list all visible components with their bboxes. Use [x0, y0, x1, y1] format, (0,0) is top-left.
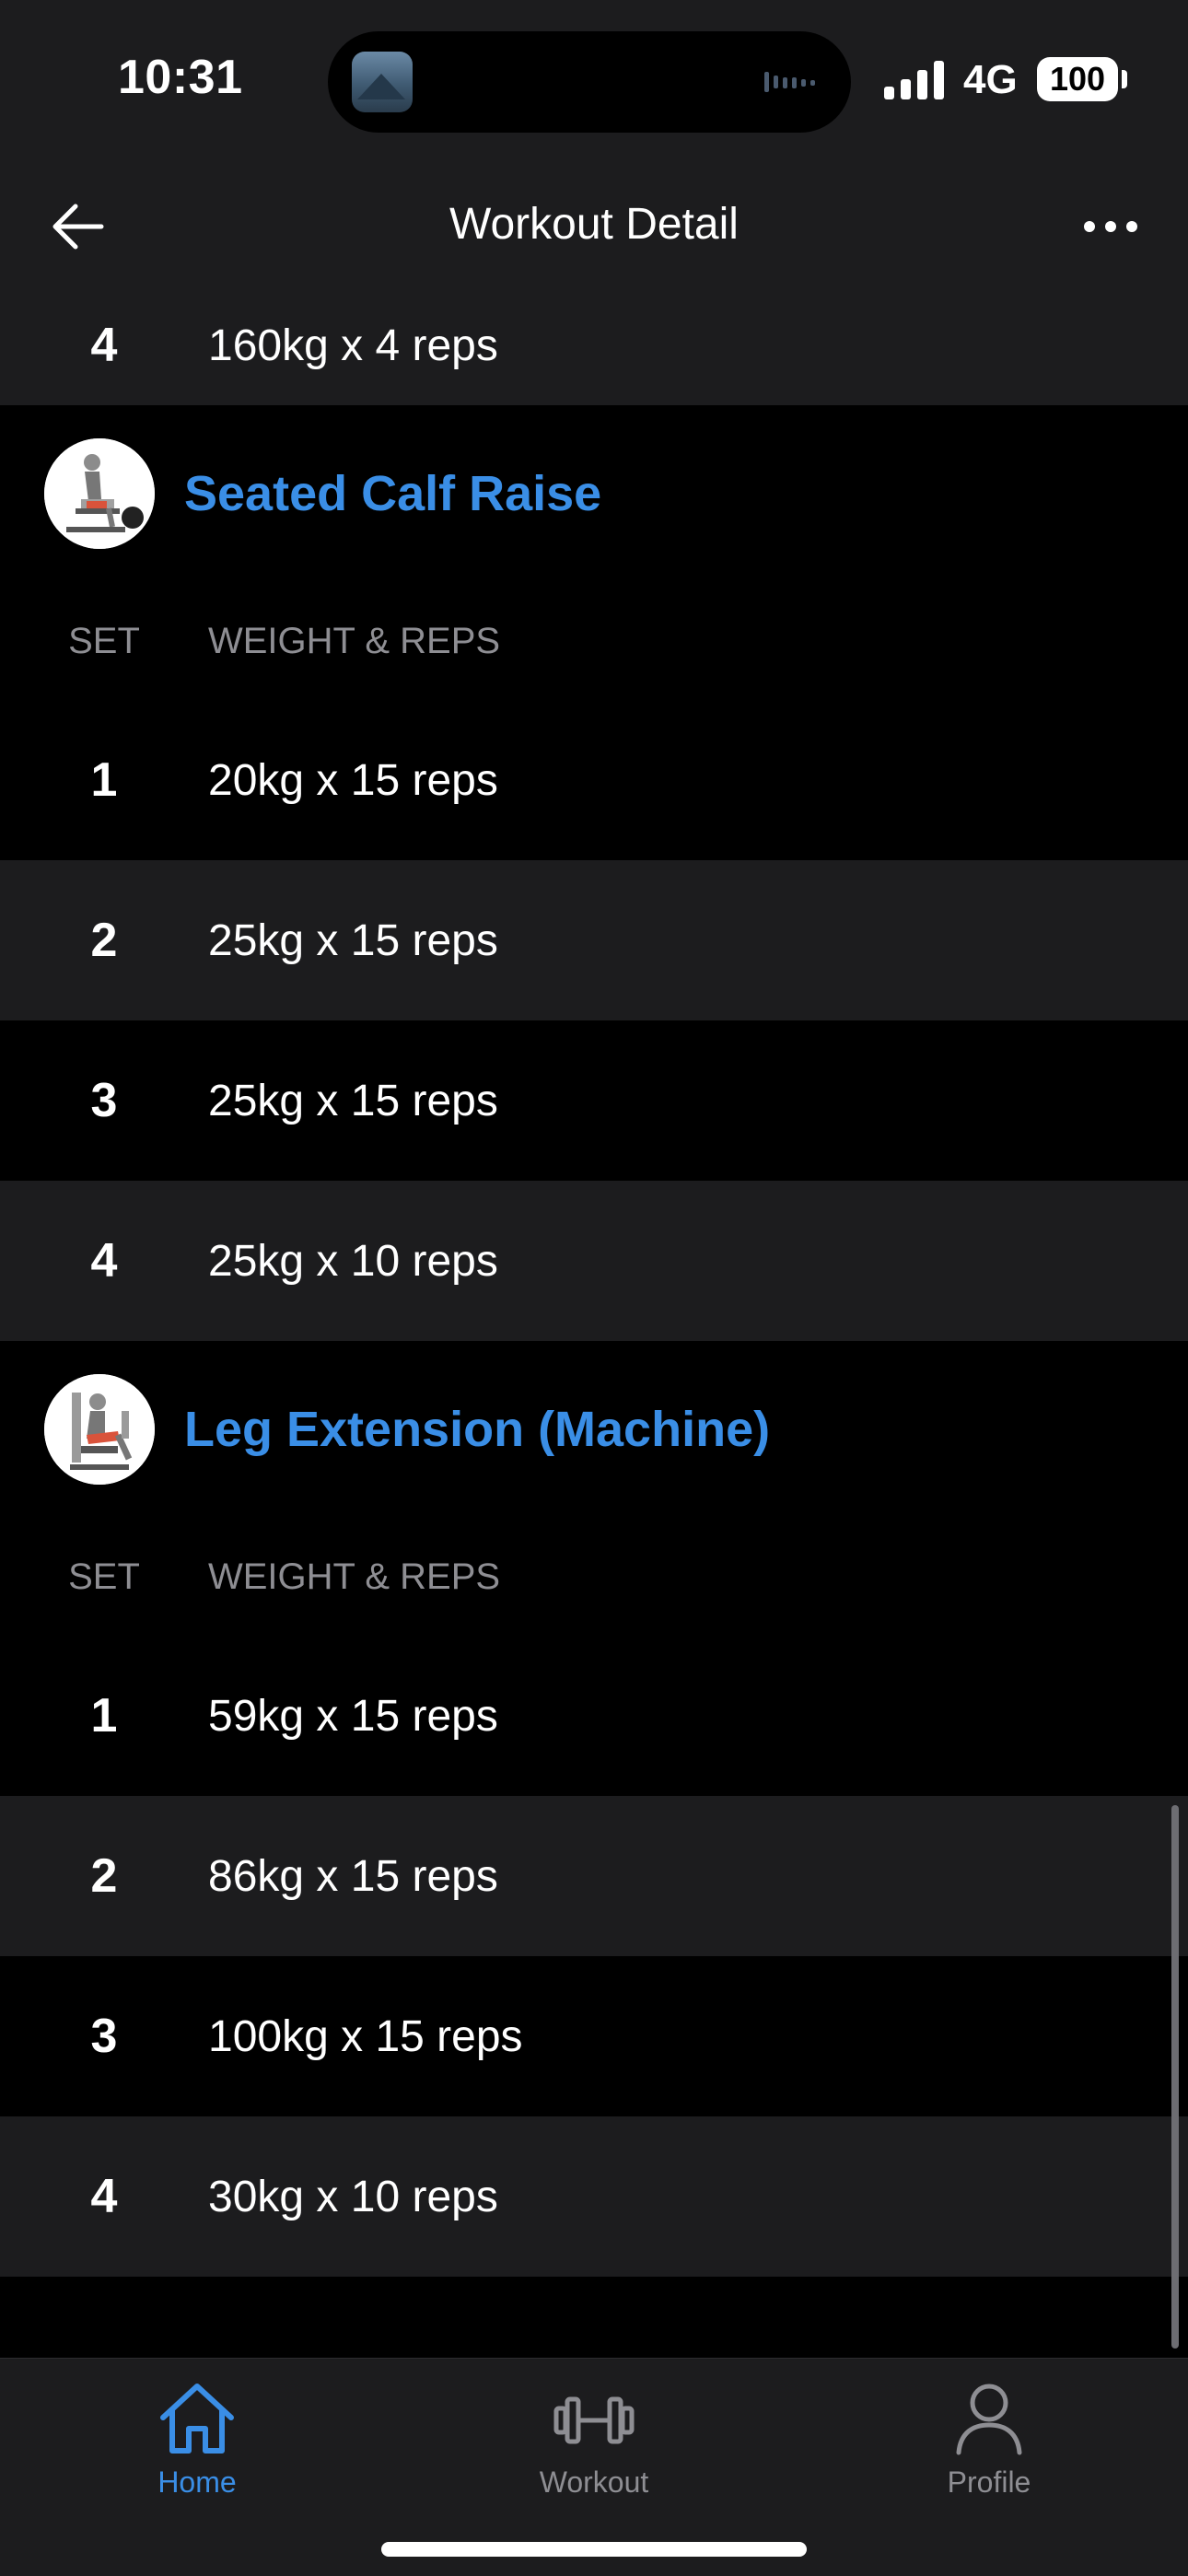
cellular-signal-icon — [884, 61, 944, 99]
dynamic-island — [328, 31, 851, 133]
column-set-label: SET — [68, 620, 140, 661]
set-weight-reps: 86kg x 15 reps — [208, 1851, 498, 1901]
set-weight-reps: 100kg x 15 reps — [208, 2011, 523, 2061]
set-row: 3 100kg x 15 reps — [0, 1956, 1188, 2116]
set-row: 4 30kg x 10 reps — [0, 2116, 1188, 2277]
battery-icon: 100 — [1037, 57, 1118, 101]
set-weight-reps: 25kg x 15 reps — [208, 915, 498, 965]
column-weight-reps-label: WEIGHT & REPS — [208, 1556, 501, 1597]
set-row: 2 25kg x 15 reps — [0, 860, 1188, 1020]
status-bar: 10:31 4G 100 — [0, 0, 1188, 166]
exercise-name[interactable]: Leg Extension (Machine) — [184, 1401, 770, 1458]
set-row: 1 59kg x 15 reps — [0, 1636, 1188, 1796]
set-number: 4 — [90, 319, 118, 372]
set-row: 4 160kg x 4 reps — [0, 286, 1188, 405]
set-row: 3 25kg x 15 reps — [0, 1020, 1188, 1181]
set-number: 1 — [90, 1689, 118, 1743]
tab-profile[interactable]: Profile — [879, 2377, 1100, 2524]
dumbbell-icon — [553, 2396, 635, 2444]
tab-workout[interactable]: Workout — [483, 2377, 705, 2524]
set-weight-reps: 20kg x 15 reps — [208, 755, 498, 805]
leg-extension-illustration-icon — [44, 1374, 155, 1485]
tab-label: Workout — [539, 2465, 649, 2499]
exercise-name[interactable]: Seated Calf Raise — [184, 465, 601, 522]
page-title: Workout Detail — [449, 200, 739, 249]
column-set-label: SET — [68, 1556, 140, 1597]
set-row: 4 25kg x 10 reps — [0, 1181, 1188, 1341]
status-time: 10:31 — [118, 51, 243, 104]
exercise-thumbnail[interactable] — [44, 438, 155, 549]
set-number: 3 — [90, 1074, 118, 1127]
set-number: 3 — [90, 2010, 118, 2063]
ellipsis-icon — [1084, 221, 1137, 232]
set-weight-reps: 59kg x 15 reps — [208, 1691, 498, 1741]
set-number: 2 — [90, 914, 118, 967]
set-weight-reps: 25kg x 10 reps — [208, 1236, 498, 1286]
exercise-header: Leg Extension (Machine) — [0, 1341, 1188, 1518]
exercise-thumbnail[interactable] — [44, 1374, 155, 1485]
set-row: 2 86kg x 15 reps — [0, 1796, 1188, 1956]
set-number: 4 — [90, 1234, 118, 1288]
person-icon — [956, 2384, 1022, 2455]
set-weight-reps: 160kg x 4 reps — [208, 321, 498, 370]
list-spacer — [0, 2277, 1188, 2332]
set-number: 1 — [90, 753, 118, 807]
set-number: 2 — [90, 1849, 118, 1903]
tab-home[interactable]: Home — [87, 2377, 308, 2524]
calf-raise-illustration-icon — [44, 438, 155, 549]
column-header: SET WEIGHT & REPS — [0, 582, 1188, 700]
home-indicator[interactable] — [381, 2542, 807, 2557]
set-number: 4 — [90, 2170, 118, 2223]
network-type: 4G — [963, 57, 1018, 102]
set-weight-reps: 30kg x 10 reps — [208, 2172, 498, 2221]
column-weight-reps-label: WEIGHT & REPS — [208, 620, 501, 661]
navigation-bar: Workout Detail — [0, 166, 1188, 286]
exercise-header: Seated Calf Raise — [0, 405, 1188, 582]
battery-cap — [1122, 70, 1127, 88]
more-options-button[interactable] — [1074, 192, 1147, 262]
scroll-indicator[interactable] — [1171, 1805, 1179, 2349]
tab-label: Profile — [947, 2465, 1031, 2499]
tab-label: Home — [157, 2465, 237, 2499]
audio-waveform-icon — [764, 72, 815, 92]
set-row: 1 20kg x 15 reps — [0, 700, 1188, 860]
home-icon — [160, 2384, 234, 2454]
set-weight-reps: 25kg x 15 reps — [208, 1076, 498, 1125]
now-playing-artwork — [352, 52, 413, 112]
column-header: SET WEIGHT & REPS — [0, 1518, 1188, 1636]
workout-detail-list[interactable]: 4 160kg x 4 reps Seated Calf Raise SET W… — [0, 286, 1188, 2358]
